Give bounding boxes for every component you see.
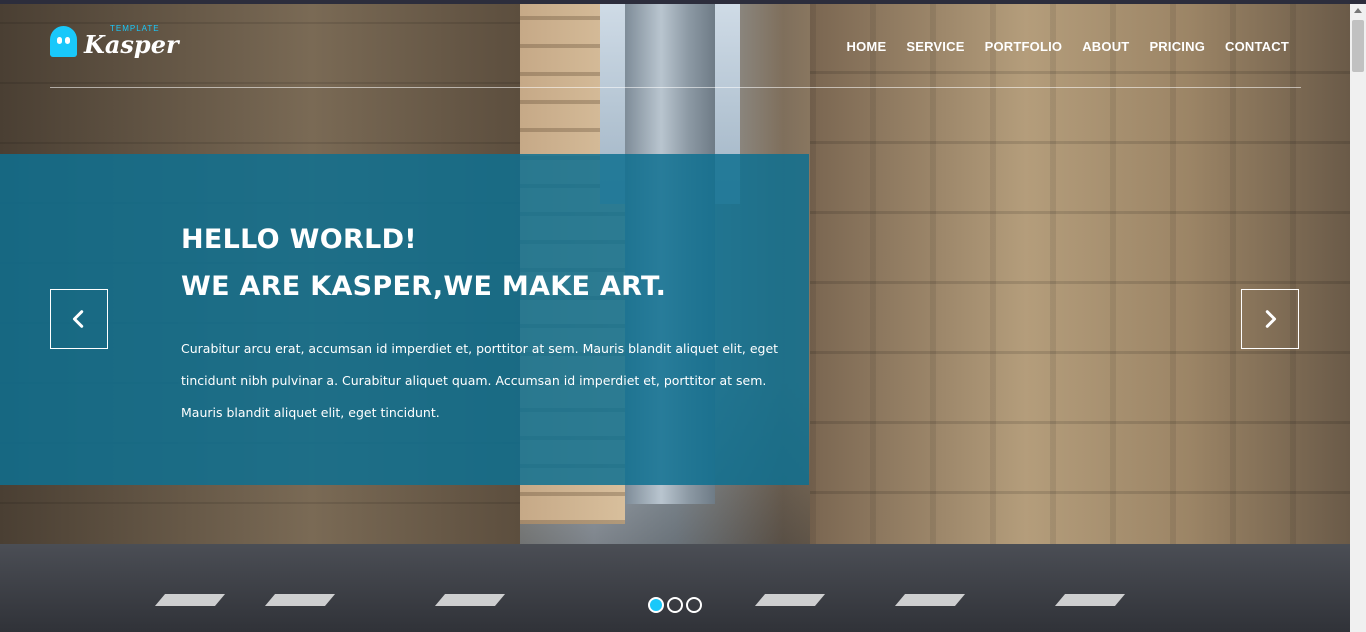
site-header: TEMPLATE Kasper HOME SERVICE PORTFOLIO A… [50,4,1301,88]
crosswalk-stripe [894,594,966,606]
slider-bullet-1[interactable] [648,597,664,613]
crosswalk-stripe [264,594,336,606]
nav-contact[interactable]: CONTACT [1225,39,1289,54]
hero-tagline: WE ARE KASPER,WE MAKE ART. [181,271,667,302]
crosswalk-stripe [434,594,506,606]
slider-bullets [648,597,702,613]
page-scrollbar[interactable] [1350,4,1366,632]
scrollbar-thumb[interactable] [1352,20,1364,72]
slider-next-button[interactable] [1241,289,1299,349]
nav-pricing[interactable]: PRICING [1149,39,1205,54]
nav-portfolio[interactable]: PORTFOLIO [985,39,1063,54]
slider-bullet-2[interactable] [667,597,683,613]
slider-bullet-3[interactable] [686,597,702,613]
nav-home[interactable]: HOME [847,39,887,54]
chevron-left-icon [72,310,84,328]
hero-heading: HELLO WORLD! [181,224,417,255]
main-nav: HOME SERVICE PORTFOLIO ABOUT PRICING CON… [847,39,1289,54]
hero-description: Curabitur arcu erat, accumsan id imperdi… [181,341,779,420]
hero-overlay-panel [0,154,809,485]
crosswalk-stripe [754,594,826,606]
ghost-icon [50,26,77,57]
crosswalk-stripe [154,594,226,606]
slider-prev-button[interactable] [50,289,108,349]
crosswalk-stripe [1054,594,1126,606]
chevron-right-icon [1265,310,1277,328]
logo-text: Kasper [84,30,179,59]
nav-service[interactable]: SERVICE [906,39,964,54]
building-right [810,4,1350,564]
nav-about[interactable]: ABOUT [1082,39,1129,54]
street [0,544,1350,632]
scroll-up-icon[interactable] [1354,8,1362,13]
logo[interactable]: TEMPLATE Kasper [50,24,179,64]
